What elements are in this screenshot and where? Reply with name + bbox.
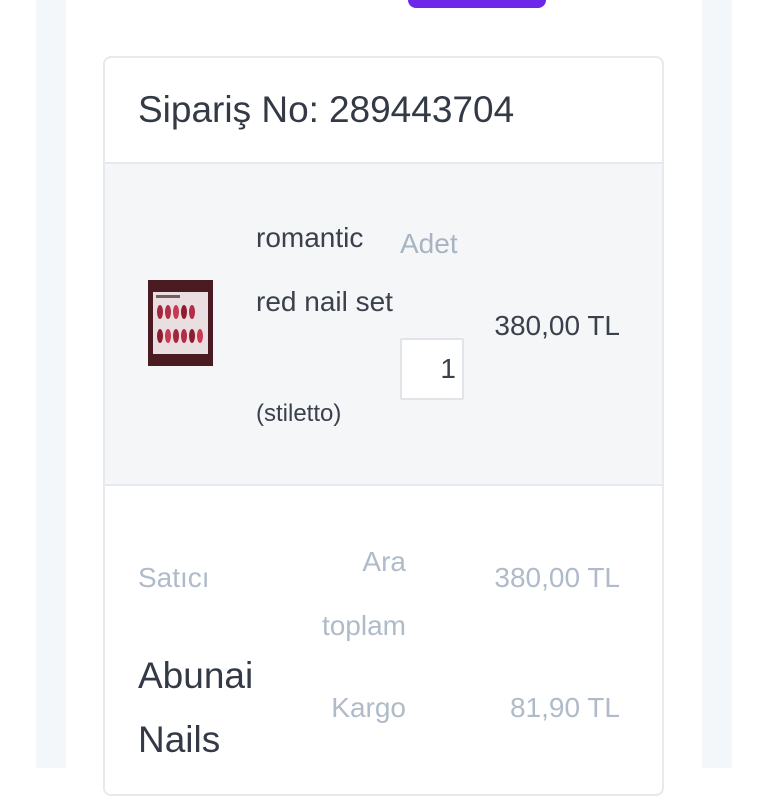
product-thumbnail[interactable] bbox=[148, 280, 213, 366]
order-title: Sipariş No: 289443704 bbox=[138, 89, 514, 131]
seller-name[interactable]: Abunai Nails bbox=[138, 644, 288, 772]
order-card: Sipariş No: 289443704 romantic red nail … bbox=[103, 56, 664, 796]
quantity-label: Adet bbox=[400, 228, 458, 259]
shipping-label: Kargo bbox=[331, 692, 406, 723]
product-variant: (stiletto) bbox=[256, 400, 342, 427]
primary-action-button[interactable] bbox=[408, 0, 546, 8]
order-item-row: romantic red nail set (stiletto) Adet 1 … bbox=[105, 164, 662, 486]
order-number-label: Sipariş No: bbox=[138, 89, 319, 130]
order-summary: Satıcı Abunai Nails Ara toplam 380,00 TL… bbox=[105, 486, 662, 794]
item-price: 380,00 TL bbox=[494, 310, 620, 341]
product-name[interactable]: romantic red nail set bbox=[256, 206, 396, 334]
order-number: 289443704 bbox=[328, 89, 515, 130]
quantity-field[interactable]: 1 bbox=[400, 338, 464, 400]
right-gutter bbox=[702, 0, 732, 768]
shipping-value: 81,90 TL bbox=[509, 692, 620, 723]
nail-set-image-icon bbox=[148, 280, 213, 366]
seller-label: Satıcı bbox=[138, 562, 210, 593]
left-gutter bbox=[36, 0, 66, 768]
subtotal-value: 380,00 TL bbox=[494, 562, 620, 593]
order-header: Sipariş No: 289443704 bbox=[105, 58, 662, 164]
subtotal-label: Ara toplam bbox=[321, 546, 406, 641]
